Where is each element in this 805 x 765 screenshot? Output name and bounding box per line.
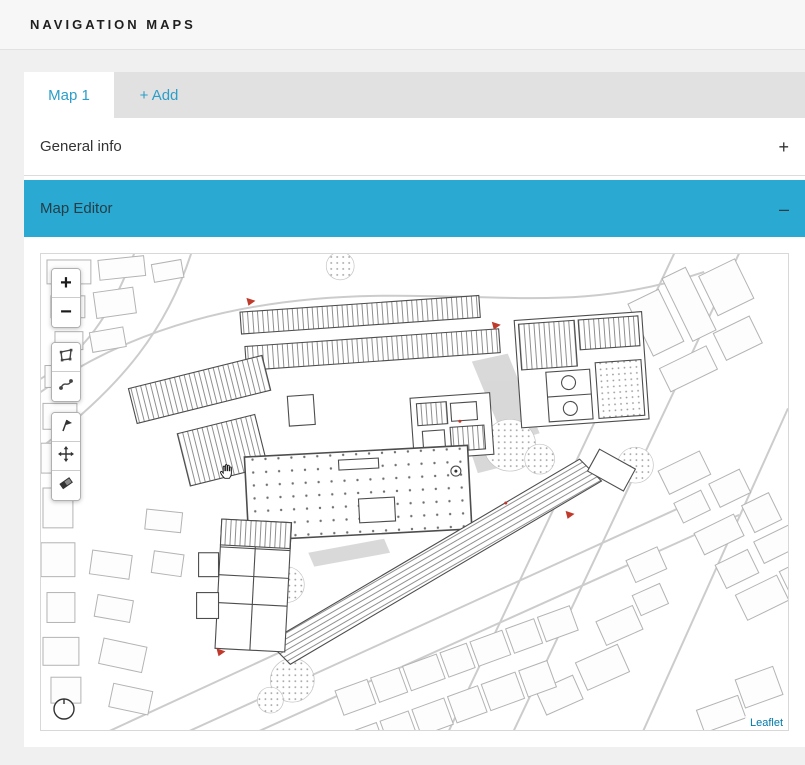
compass-icon bbox=[51, 709, 77, 726]
edit-toolbar bbox=[51, 412, 81, 501]
accordion-map-editor-label: Map Editor bbox=[40, 200, 113, 217]
map-canvas[interactable]: + − bbox=[40, 253, 789, 731]
erase-button[interactable] bbox=[52, 471, 80, 500]
maps-panel: Map 1 + Add General info + Map Editor – bbox=[24, 72, 805, 747]
tab-bar: Map 1 + Add bbox=[24, 72, 805, 118]
leaflet-link[interactable]: Leaflet bbox=[750, 717, 783, 729]
zoom-in-button[interactable]: + bbox=[52, 269, 80, 298]
draw-polyline-button[interactable] bbox=[52, 372, 80, 401]
move-arrows-icon bbox=[58, 445, 74, 468]
zoom-control: + − bbox=[51, 268, 81, 328]
flag-tool-icon bbox=[58, 416, 74, 439]
draw-polygon-button[interactable] bbox=[52, 343, 80, 372]
eraser-icon bbox=[58, 474, 74, 497]
polyline-draw-icon bbox=[58, 375, 74, 398]
map-editor-body: + − bbox=[24, 237, 805, 747]
polygon-draw-icon bbox=[58, 346, 74, 369]
collapse-icon: – bbox=[779, 200, 789, 218]
zoom-out-button[interactable]: − bbox=[52, 298, 80, 327]
accordion-map-editor[interactable]: Map Editor – bbox=[24, 180, 805, 237]
move-button[interactable] bbox=[52, 442, 80, 471]
draw-toolbar bbox=[51, 342, 81, 402]
page-header: NAVIGATION MAPS bbox=[0, 0, 805, 50]
marker-flag-button[interactable] bbox=[52, 413, 80, 442]
map-attribution: Leaflet bbox=[745, 716, 788, 730]
orientation-control[interactable] bbox=[51, 696, 77, 722]
tab-add-map[interactable]: + Add bbox=[114, 72, 204, 118]
accordion-general-info[interactable]: General info + bbox=[24, 118, 805, 176]
expand-icon: + bbox=[778, 138, 789, 156]
tab-map-1[interactable]: Map 1 bbox=[24, 72, 114, 118]
page-title: NAVIGATION MAPS bbox=[30, 17, 196, 32]
accordion-general-info-label: General info bbox=[40, 138, 122, 155]
page: NAVIGATION MAPS Map 1 + Add General info… bbox=[0, 0, 805, 765]
site-plan-drawing bbox=[41, 254, 788, 730]
